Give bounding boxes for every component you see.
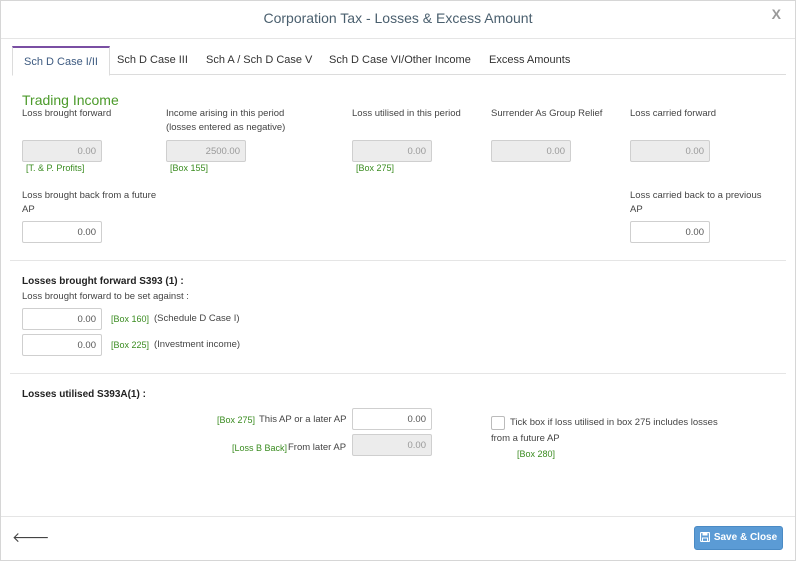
save-close-label: Save & Close <box>713 532 778 543</box>
this-ap-later-label: This AP or a later AP <box>259 414 347 425</box>
box-225-input[interactable] <box>22 334 102 356</box>
box-225-ref: [Box 225] <box>111 340 150 350</box>
from-later-ap-label: From later AP <box>288 442 347 453</box>
loss-carried-forward-field <box>630 140 710 162</box>
future-ap-checkbox-label: Tick box if loss utilised in box 275 inc… <box>510 417 718 428</box>
loss-brought-back-label-ap: AP <box>22 204 35 215</box>
footer-divider <box>1 516 795 517</box>
box-275-ref: [Box 275] <box>356 163 395 173</box>
loss-brought-forward-field <box>22 140 102 162</box>
from-later-ap-field <box>352 434 432 456</box>
save-close-button[interactable]: Save & Close <box>694 526 783 550</box>
future-ap-checkbox[interactable] <box>491 416 505 430</box>
box-225-desc: (Investment income) <box>154 339 241 350</box>
surrender-group-relief-label: Surrender As Group Relief <box>491 108 603 119</box>
loss-brought-forward-label: Loss brought forward <box>22 108 112 119</box>
section-divider <box>10 260 786 261</box>
tab-sch-a-sch-d-case-v[interactable]: Sch A / Sch D Case V <box>206 46 312 75</box>
tab-excess-amounts[interactable]: Excess Amounts <box>489 46 570 75</box>
loss-brought-back-label: Loss brought back from a future <box>22 190 157 201</box>
this-ap-later-input[interactable] <box>352 408 432 430</box>
box-275-ref-s393a: [Box 275] <box>217 415 256 425</box>
tab-sch-d-case-vi-other[interactable]: Sch D Case VI/Other Income <box>329 46 471 75</box>
box-155-ref: [Box 155] <box>170 163 209 173</box>
floppy-disk-icon <box>699 531 710 543</box>
income-arising-label: Income arising in this period <box>166 108 285 119</box>
future-ap-checkbox-label-2: from a future AP <box>491 433 560 444</box>
income-arising-note: (losses entered as negative) <box>166 122 286 133</box>
losses-dialog: Corporation Tax - Losses & Excess Amount… <box>0 0 796 561</box>
dialog-title: Corporation Tax - Losses & Excess Amount <box>263 10 533 26</box>
tab-sch-d-case-iii[interactable]: Sch D Case III <box>117 46 188 75</box>
income-arising-field <box>166 140 246 162</box>
loss-carried-forward-label: Loss carried forward <box>630 108 717 119</box>
loss-carried-back-input[interactable] <box>630 221 710 243</box>
loss-brought-back-input[interactable] <box>22 221 102 243</box>
s393-subheading: Loss brought forward to be set against : <box>22 291 189 302</box>
loss-b-back-ref: [Loss B Back] <box>232 443 288 453</box>
s393-heading: Losses brought forward S393 (1) : <box>22 276 184 287</box>
surrender-group-relief-field <box>491 140 571 162</box>
box-280-ref: [Box 280] <box>517 449 556 459</box>
close-icon[interactable]: X <box>772 6 781 22</box>
s393a-heading: Losses utilised S393A(1) : <box>22 389 146 400</box>
back-arrow-icon[interactable]: 🡐 <box>12 529 50 546</box>
tp-profits-ref: [T. & P. Profits] <box>26 163 85 173</box>
loss-utilised-label: Loss utilised in this period <box>352 108 461 119</box>
tab-sch-d-case-i-ii[interactable]: Sch D Case I/II <box>12 46 110 76</box>
box-160-desc: (Schedule D Case I) <box>154 313 240 324</box>
tab-bar: Sch D Case I/II Sch D Case III Sch A / S… <box>12 46 786 76</box>
loss-utilised-field <box>352 140 432 162</box>
trading-income-heading: Trading Income <box>22 92 119 108</box>
dialog-header: Corporation Tax - Losses & Excess Amount… <box>1 1 795 39</box>
section-divider <box>10 373 786 374</box>
box-160-input[interactable] <box>22 308 102 330</box>
loss-carried-back-label-ap: AP <box>630 204 643 215</box>
box-160-ref: [Box 160] <box>111 314 150 324</box>
loss-carried-back-label: Loss carried back to a previous <box>630 190 762 201</box>
